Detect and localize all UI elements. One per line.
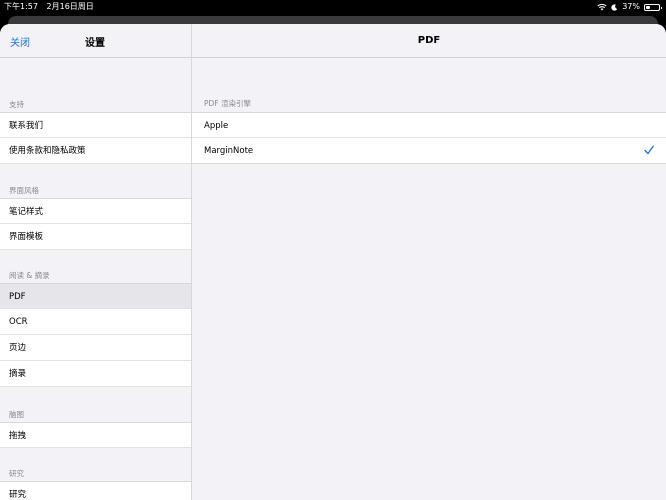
sidebar-item-ocr[interactable]: OCR xyxy=(0,309,191,335)
section-header-support: 支持 xyxy=(9,100,24,109)
settings-sidebar: 关闭 设置 支持 联系我们 使用条款和隐私政策 界面风格 笔记样式 界面模板 阅… xyxy=(0,24,192,500)
sidebar-item-margin[interactable]: 页边 xyxy=(0,335,191,361)
moon-icon xyxy=(611,3,618,11)
sidebar-item-excerpt[interactable]: 摘录 xyxy=(0,361,191,387)
battery-icon xyxy=(644,3,662,11)
status-bar: 下午1:57 2月16日周日 37% xyxy=(0,0,666,14)
sidebar-item-research[interactable]: 研究 xyxy=(0,481,191,500)
status-time: 下午1:57 xyxy=(4,2,38,11)
sidebar-item-terms[interactable]: 使用条款和隐私政策 xyxy=(0,138,191,164)
sidebar-item-pdf[interactable]: PDF xyxy=(0,283,191,309)
sidebar-item-ui-template[interactable]: 界面模板 xyxy=(0,224,191,250)
detail-title: PDF xyxy=(192,24,666,58)
settings-sheet: 关闭 设置 支持 联系我们 使用条款和隐私政策 界面风格 笔记样式 界面模板 阅… xyxy=(0,24,666,500)
sidebar-item-contact[interactable]: 联系我们 xyxy=(0,112,191,138)
battery-percent: 37% xyxy=(622,2,640,11)
sidebar-title: 设置 xyxy=(85,38,105,49)
sidebar-item-note-style[interactable]: 笔记样式 xyxy=(0,198,191,224)
section-header-ui-style: 界面风格 xyxy=(9,186,39,195)
section-header-research: 研究 xyxy=(9,469,24,478)
detail-pane: PDF PDF 渲染引擎 Apple MarginNote xyxy=(192,24,666,500)
option-apple[interactable]: Apple xyxy=(192,112,666,138)
option-marginnote-label: MarginNote xyxy=(204,146,254,156)
option-marginnote[interactable]: MarginNote xyxy=(192,138,666,164)
section-header-reading: 阅读 & 摘录 xyxy=(9,271,50,280)
checkmark-icon xyxy=(644,145,654,155)
wifi-icon xyxy=(597,3,607,11)
option-apple-label: Apple xyxy=(204,121,229,131)
section-header-mindmap: 脑图 xyxy=(9,410,24,419)
status-date: 2月16日周日 xyxy=(46,2,94,11)
sidebar-item-drag[interactable]: 拖拽 xyxy=(0,422,191,448)
close-button[interactable]: 关闭 xyxy=(10,34,30,49)
sidebar-nav-bar: 关闭 设置 xyxy=(0,24,191,58)
pdf-engine-header: PDF 渲染引擎 xyxy=(204,99,251,108)
